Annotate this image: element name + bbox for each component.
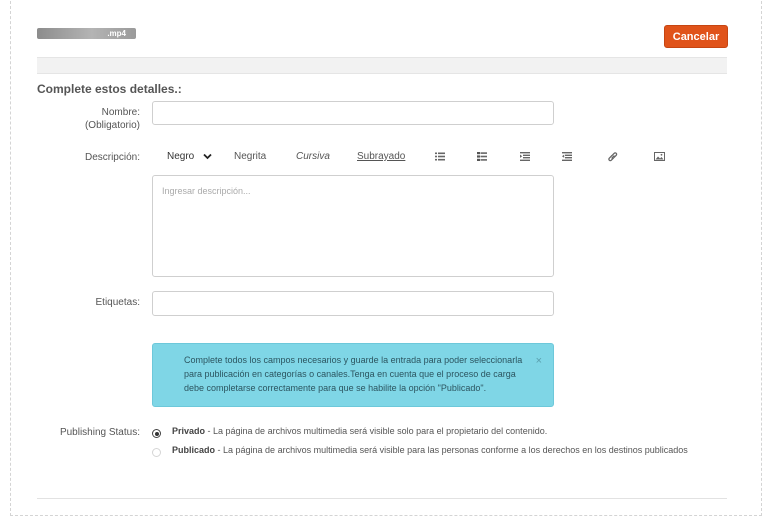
italic-button[interactable]: Cursiva: [296, 150, 330, 164]
option-published-desc: - La página de archivos multimedia será …: [215, 445, 688, 455]
alert-message: Complete todos los campos necesarios y g…: [184, 355, 523, 393]
bold-button[interactable]: Negrita: [234, 150, 266, 164]
description-textarea[interactable]: Ingresar descripción...: [152, 175, 554, 277]
file-name: .mp4: [107, 29, 126, 38]
numbered-list-icon[interactable]: [477, 152, 487, 161]
publishing-status-label: Publishing Status:: [59, 427, 140, 438]
outdent-icon[interactable]: [520, 152, 530, 161]
option-private: Privado - La página de archivos multimed…: [172, 426, 547, 436]
option-published: Publicado - La página de archivos multim…: [172, 445, 688, 455]
image-icon[interactable]: [654, 152, 665, 161]
description-label: Descripción:: [84, 152, 140, 163]
name-input[interactable]: [152, 101, 554, 125]
option-private-title: Privado: [172, 426, 206, 436]
format-select[interactable]: Negro: [167, 150, 212, 164]
name-label: Nombre: (Obligatorio): [85, 106, 140, 132]
radio-published[interactable]: [152, 448, 161, 457]
radio-private[interactable]: [152, 429, 161, 438]
close-icon[interactable]: ×: [536, 354, 542, 368]
indent-icon[interactable]: [562, 152, 572, 161]
option-published-title: Publicado: [172, 445, 216, 455]
description-placeholder: Ingresar descripción...: [162, 186, 251, 196]
chevron-down-icon: [203, 153, 212, 160]
tags-label: Etiquetas:: [95, 297, 140, 308]
link-icon[interactable]: [608, 152, 618, 162]
divider: [37, 498, 727, 499]
upload-progress-bar: [37, 57, 727, 74]
section-title: Complete estos detalles.:: [37, 82, 182, 96]
format-select-value: Negro: [167, 151, 195, 162]
tags-input[interactable]: [152, 291, 554, 316]
info-alert: Complete todos los campos necesarios y g…: [152, 343, 554, 407]
option-private-desc: - La página de archivos multimedia será …: [205, 426, 548, 436]
name-required-text: (Obligatorio): [84, 120, 140, 131]
cancel-button[interactable]: Cancelar: [664, 25, 728, 48]
file-name-chip: .mp4: [37, 28, 136, 39]
bulleted-list-icon[interactable]: [435, 152, 445, 161]
underline-button[interactable]: Subrayado: [357, 150, 405, 164]
name-label-text: Nombre:: [101, 107, 140, 118]
